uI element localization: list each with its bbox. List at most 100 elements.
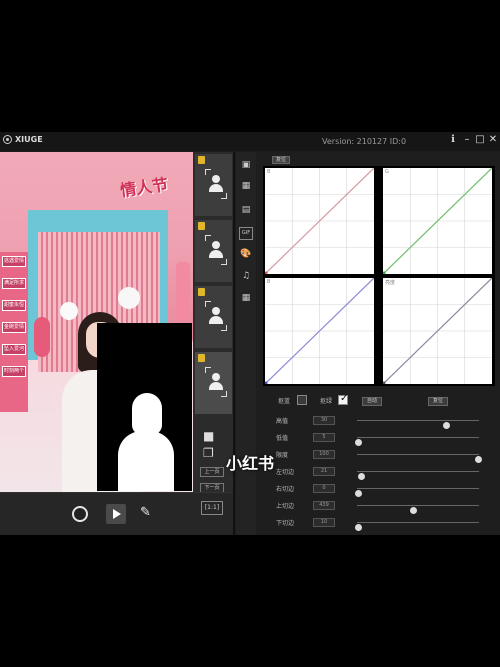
- slider-value-input[interactable]: 21: [313, 467, 335, 476]
- scene-slot[interactable]: [195, 286, 232, 348]
- minimize-icon[interactable]: –: [461, 134, 473, 146]
- palette-icon[interactable]: 🎨: [239, 248, 253, 261]
- green-screen-checkbox[interactable]: [338, 393, 348, 405]
- slider-handle[interactable]: [443, 422, 451, 429]
- color-curves-panel: 复位 B G B 亮度 抠蓝 抠绿 自动 复位 高值 30 低值 5 限度: [256, 152, 500, 535]
- close-icon[interactable]: ✕: [487, 134, 499, 146]
- scene-slot[interactable]: [195, 154, 232, 216]
- pen-icon[interactable]: ✎: [140, 505, 151, 520]
- curve-graph-blue[interactable]: B: [265, 278, 374, 384]
- slider-label: 下切边: [276, 520, 295, 527]
- slider-label: 高值: [276, 418, 289, 425]
- curves-grid: B G B 亮度: [263, 166, 495, 386]
- scene-slot-active[interactable]: [195, 352, 232, 414]
- curve-plot: [383, 168, 492, 274]
- neon-label: 时刻两个: [2, 366, 26, 377]
- slider-row: 右切边 0: [256, 483, 500, 497]
- scene-list: ■ ❐ 上一页 下一页: [193, 152, 233, 493]
- slider-value-input[interactable]: 439: [313, 501, 335, 510]
- slider-handle[interactable]: [410, 507, 418, 514]
- info-icon[interactable]: ℹ: [447, 134, 459, 146]
- reset-button[interactable]: 复位: [428, 397, 448, 406]
- watermark-text: 小红书: [226, 454, 275, 473]
- slider-label: 左切边: [276, 469, 295, 476]
- slider-value-input[interactable]: 10: [313, 518, 335, 527]
- version-label: Version: 210127 ID:0: [322, 137, 407, 146]
- file-badge-icon: [198, 156, 205, 164]
- neon-signs: 逃遇爱情 满足所求 甜蜜永恒 金碗爱情 坠入爱河 时刻两个: [0, 252, 28, 412]
- slider-track[interactable]: [355, 437, 479, 446]
- slider-track[interactable]: [355, 522, 479, 531]
- slider-handle[interactable]: [474, 456, 482, 463]
- reset-curves-button[interactable]: 复位: [272, 156, 290, 164]
- person-icon: [205, 301, 227, 331]
- person-frame-icon: [205, 367, 227, 397]
- matte-silhouette: [118, 393, 174, 491]
- person-glyph: [209, 241, 223, 258]
- tool-strip: ▣ ▦ ▤ GIF 🎨 ♫ ▦: [236, 152, 256, 535]
- gif-icon[interactable]: GIF: [239, 227, 253, 240]
- curve-plot: [383, 278, 492, 384]
- slider-track[interactable]: [357, 454, 482, 463]
- slider-handle[interactable]: [355, 490, 363, 497]
- playback-bar: ✎ [1:1]: [0, 492, 233, 535]
- image-adjust-icon[interactable]: ▣: [239, 159, 253, 172]
- music-icon[interactable]: ♫: [239, 270, 253, 283]
- slider-label: 限度: [276, 452, 289, 459]
- slider-value-input[interactable]: 100: [313, 450, 335, 459]
- file-badge-icon: [198, 222, 205, 230]
- blue-screen-checkbox[interactable]: [297, 395, 307, 405]
- side-decor: [176, 262, 190, 322]
- slider-value-input[interactable]: 0: [313, 484, 335, 493]
- film-icon[interactable]: ▦: [239, 180, 253, 193]
- maximize-icon[interactable]: □: [474, 134, 486, 146]
- matte-head: [132, 393, 162, 435]
- person-frame-icon: [205, 169, 227, 199]
- slider-handle[interactable]: [355, 439, 363, 446]
- slider-row: 高值 30: [256, 415, 500, 429]
- auto-button[interactable]: 自动: [362, 397, 382, 406]
- file-badge-icon: [198, 288, 205, 296]
- curve-graph-luma[interactable]: 亮度: [383, 278, 492, 384]
- neon-label: 甜蜜永恒: [2, 300, 26, 311]
- person-glyph: [209, 373, 223, 390]
- image-icon[interactable]: ▤: [239, 204, 253, 217]
- slider-track[interactable]: [357, 471, 479, 480]
- logo-icon: [3, 135, 12, 144]
- logo-text: XIUGE: [15, 135, 43, 144]
- person-icon: [205, 235, 227, 265]
- slider-label: 上切边: [276, 503, 295, 510]
- heart-balloon: [118, 287, 140, 309]
- slider-label: 右切边: [276, 486, 295, 493]
- person-glyph: [209, 175, 223, 192]
- person-glyph: [209, 307, 223, 324]
- slider-track[interactable]: [357, 505, 479, 514]
- slider-value-input[interactable]: 30: [313, 416, 335, 425]
- app-logo: XIUGE: [3, 135, 43, 144]
- filmstrip-icon[interactable]: ▦: [239, 292, 253, 305]
- app-window: XIUGE Version: 210127 ID:0 ℹ – □ ✕ 情人节 逃…: [0, 132, 500, 535]
- neon-label: 坠入爱河: [2, 344, 26, 355]
- title-bar: XIUGE Version: 210127 ID:0 ℹ – □ ✕: [0, 132, 500, 151]
- neon-label: 满足所求: [2, 278, 26, 289]
- curve-graph-green[interactable]: G: [383, 168, 492, 274]
- copy-icon[interactable]: ❐: [203, 446, 214, 460]
- slider-row: 下切边 10: [256, 517, 500, 531]
- play-icon[interactable]: [106, 504, 126, 524]
- curve-graph-red[interactable]: B: [265, 168, 374, 274]
- prev-page-button[interactable]: 上一页: [200, 467, 224, 477]
- slider-row: 限度 100: [256, 449, 500, 463]
- slider-handle[interactable]: [357, 473, 365, 480]
- scene-slot[interactable]: [195, 220, 232, 282]
- slider-track[interactable]: [357, 420, 479, 429]
- aspect-ratio-button[interactable]: [1:1]: [201, 501, 223, 515]
- blue-screen-label: 抠蓝: [278, 398, 291, 405]
- slider-label: 低值: [276, 435, 289, 442]
- slider-handle[interactable]: [355, 524, 363, 531]
- record-icon[interactable]: [72, 506, 88, 522]
- festival-sign: 情人节: [119, 174, 170, 201]
- flamingo-decor: [34, 317, 50, 357]
- slider-value-input[interactable]: 5: [313, 433, 335, 442]
- slider-track[interactable]: [355, 488, 479, 497]
- video-camera-icon[interactable]: ■: [203, 429, 214, 443]
